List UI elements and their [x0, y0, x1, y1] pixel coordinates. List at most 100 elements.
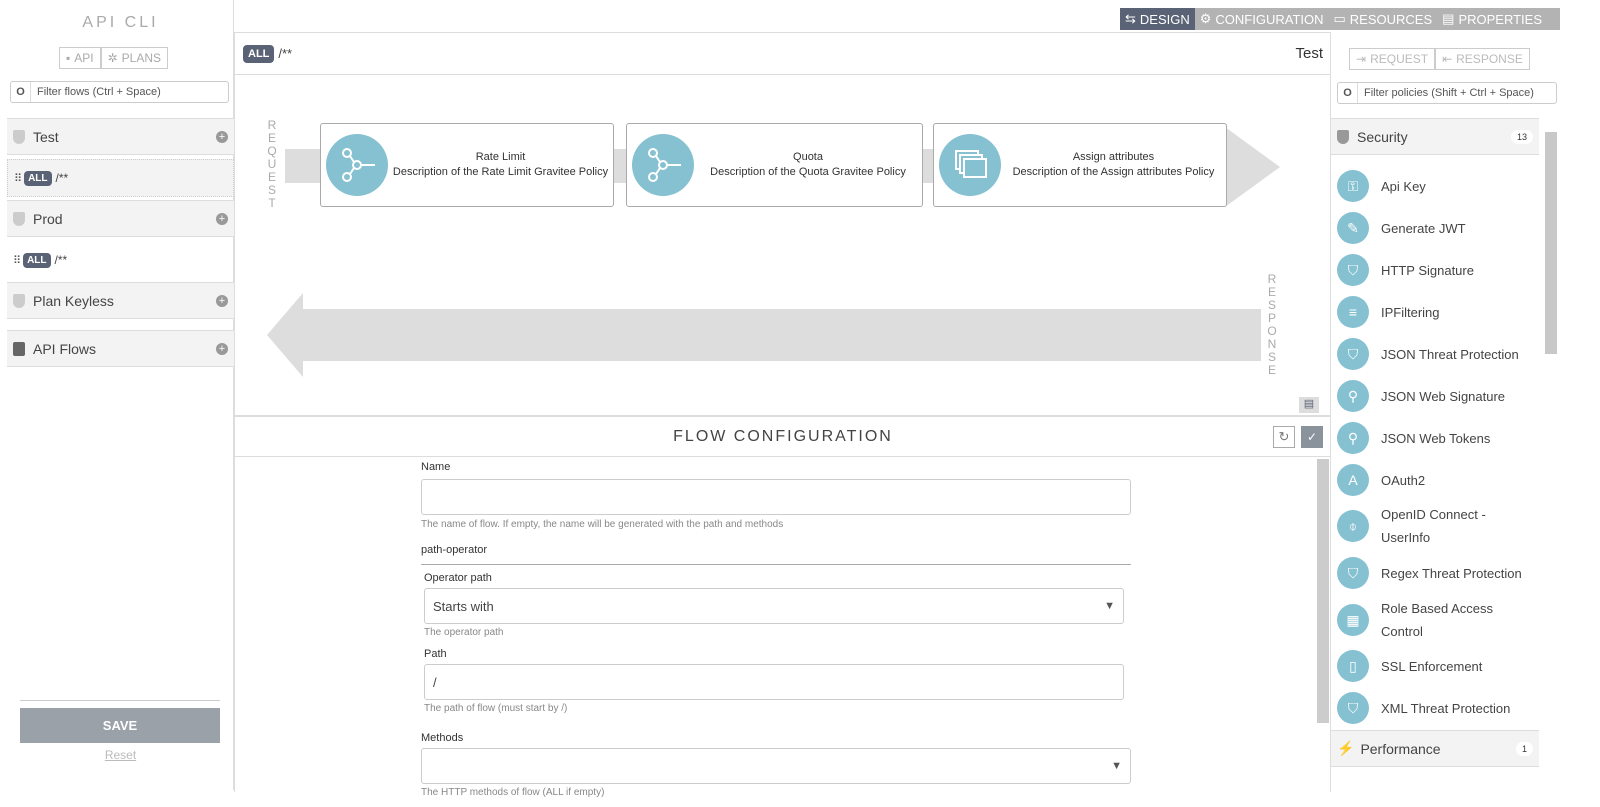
form-scrollbar[interactable] [1317, 459, 1329, 723]
category-count: 1 [1515, 741, 1533, 756]
policy-item[interactable]: ⛉ HTTP Signature [1337, 250, 1537, 290]
operator-select[interactable]: Starts with ▼ [424, 588, 1124, 624]
lock-icon [1337, 129, 1349, 144]
properties-icon: ▤ [1442, 11, 1455, 26]
flow-path: /** [54, 253, 68, 267]
category-performance[interactable]: ⚡ Performance 1 [1331, 730, 1539, 767]
divider [20, 700, 220, 701]
group-name: Test [33, 128, 59, 145]
policy-name: XML Threat Protection [1381, 700, 1511, 716]
api-button[interactable]: ▪ API [59, 47, 101, 69]
dropdown-caret-icon: ▼ [1111, 760, 1122, 772]
tab-properties[interactable]: ▤ PROPERTIES [1437, 8, 1547, 30]
flows-sidebar: API CLI ▪ API ✲ PLANS O Filter flows (Ctrl … [7, 0, 234, 790]
tab-configuration[interactable]: ⚙ CONFIGURATION [1195, 8, 1329, 30]
add-flow-icon[interactable]: + [216, 212, 228, 225]
policies-panel: ⇥ REQUEST ⇤ RESPONSE O Filter policies (Shi… [1330, 32, 1560, 792]
policy-name: Role Based Access Control [1381, 601, 1494, 639]
policy-item[interactable]: ⚲ JSON Web Tokens [1337, 418, 1537, 458]
policy-quota[interactable]: Quota Description of the Quota Gravitee P… [626, 123, 923, 207]
response-button[interactable]: ⇤ RESPONSE [1435, 48, 1530, 70]
category-name: Performance [1360, 740, 1441, 757]
check-icon[interactable]: ✓ [1301, 426, 1323, 448]
plans-button[interactable]: ✲ PLANS [100, 47, 169, 69]
methods-select[interactable]: ▼ [421, 748, 1131, 784]
save-button[interactable]: SAVE [20, 708, 220, 743]
path-input[interactable]: / [424, 664, 1124, 700]
policy-name: Generate JWT [1381, 220, 1466, 236]
policy-icon: ⚿ [1337, 170, 1369, 202]
policies-scrollbar[interactable] [1545, 132, 1557, 354]
plans-icon: ✲ [107, 51, 118, 65]
layout-toggle-icon[interactable]: ▤ [1299, 397, 1319, 413]
policy-item[interactable]: ≡ IPFiltering [1337, 292, 1537, 332]
response-btn-label: RESPONSE [1456, 52, 1523, 66]
api-label: API [74, 51, 94, 65]
policy-icon: ⛉ [1337, 692, 1369, 724]
operator-value: Starts with [433, 598, 494, 614]
group-test[interactable]: Test + [7, 118, 234, 155]
policy-name: Api Key [1381, 178, 1426, 194]
top-tabs: ⇆ DESIGN ⚙ CONFIGURATION ▭ RESOURCES ▤ PROPE… [1120, 8, 1560, 30]
policy-icon: ⛉ [1337, 254, 1369, 286]
cubes-icon [13, 341, 25, 356]
group-api-flows[interactable]: API Flows + [7, 330, 234, 367]
methods-label: Methods [421, 732, 464, 744]
policy-item[interactable]: ⚿ Api Key [1337, 166, 1537, 206]
filter-flows-input[interactable]: O Filter flows (Ctrl + Space) [10, 81, 229, 103]
tab-resources[interactable]: ▭ RESOURCES [1329, 8, 1438, 30]
tab-design[interactable]: ⇆ DESIGN [1120, 8, 1195, 30]
policy-icon: ⚲ [1337, 380, 1369, 412]
name-input[interactable] [421, 479, 1131, 515]
method-badge: ALL [243, 44, 275, 63]
flow-form: Name The name of flow. If empty, the nam… [421, 461, 1131, 798]
policy-name: OAuth2 [1381, 472, 1426, 488]
drag-handle-icon[interactable]: ⠿ [13, 254, 21, 267]
flow-item[interactable]: ⠿ ALL/** [7, 241, 234, 279]
resources-icon: ▭ [1333, 11, 1346, 26]
policy-name: Assign attributes [1072, 151, 1155, 163]
policy-assign-attributes[interactable]: Assign attributes Description of the Assi… [933, 123, 1227, 207]
policy-item[interactable]: ▯ SSL Enforcement [1337, 646, 1537, 686]
flow-item[interactable]: ⠿ ALL/** [7, 159, 234, 197]
policy-item[interactable]: ⛉ XML Threat Protection [1337, 688, 1537, 728]
policy-item[interactable]: ⛉ JSON Threat Protection [1337, 334, 1537, 374]
group-prod[interactable]: Prod + [7, 200, 234, 237]
policy-item[interactable]: ✎ Generate JWT [1337, 208, 1537, 248]
drag-handle-icon[interactable]: ⠿ [14, 172, 22, 185]
operator-help: The operator path [424, 627, 504, 638]
group-name: Plan Keyless [33, 292, 114, 309]
method-badge: ALL [24, 170, 52, 186]
category-security[interactable]: Security 13 [1331, 118, 1539, 155]
flow-designer: ALL /** Test REQUEST Rate Limit Descripti… [234, 32, 1331, 798]
add-flow-icon[interactable]: + [216, 294, 228, 307]
bolt-icon: ⚡ [1337, 740, 1355, 756]
reset-icon[interactable]: ↻ [1273, 426, 1295, 448]
gear-icon: ⚙ [1199, 11, 1212, 26]
request-button[interactable]: ⇥ REQUEST [1349, 48, 1436, 70]
policy-icon: ⛉ [1337, 557, 1369, 589]
policy-desc: Description of the Quota Gravitee Policy [710, 166, 906, 178]
policy-item[interactable]: ⌽ OpenID Connect - UserInfo [1337, 506, 1537, 546]
response-arrow [303, 309, 1261, 361]
filter-policies-input[interactable]: O Filter policies (Shift + Ctrl + Space) [1337, 82, 1557, 104]
tab-label: DESIGN [1139, 11, 1190, 27]
policy-item[interactable]: ▦ Role Based Access Control [1337, 600, 1537, 640]
shield-icon [13, 211, 25, 226]
request-arrow-head [1225, 127, 1280, 207]
add-flow-icon[interactable]: + [216, 342, 228, 355]
group-plan-keyless[interactable]: Plan Keyless + [7, 282, 234, 319]
policy-rate-limit[interactable]: Rate Limit Description of the Rate Limit … [320, 123, 614, 207]
policy-item[interactable]: A OAuth2 [1337, 460, 1537, 500]
policy-name: JSON Threat Protection [1381, 346, 1519, 362]
api-title: API CLI [82, 14, 159, 31]
flow-name: Test [1295, 45, 1323, 62]
reset-link[interactable]: Reset [7, 748, 234, 762]
add-flow-icon[interactable]: + [216, 130, 228, 143]
flow-path: /** [278, 46, 293, 61]
path-value: / [433, 674, 437, 690]
search-icon: O [1338, 83, 1358, 103]
policy-item[interactable]: ⛉ Regex Threat Protection [1337, 553, 1537, 593]
phase-toggle: ⇥ REQUEST ⇤ RESPONSE [1349, 48, 1530, 70]
policy-item[interactable]: ⚲ JSON Web Signature [1337, 376, 1537, 416]
